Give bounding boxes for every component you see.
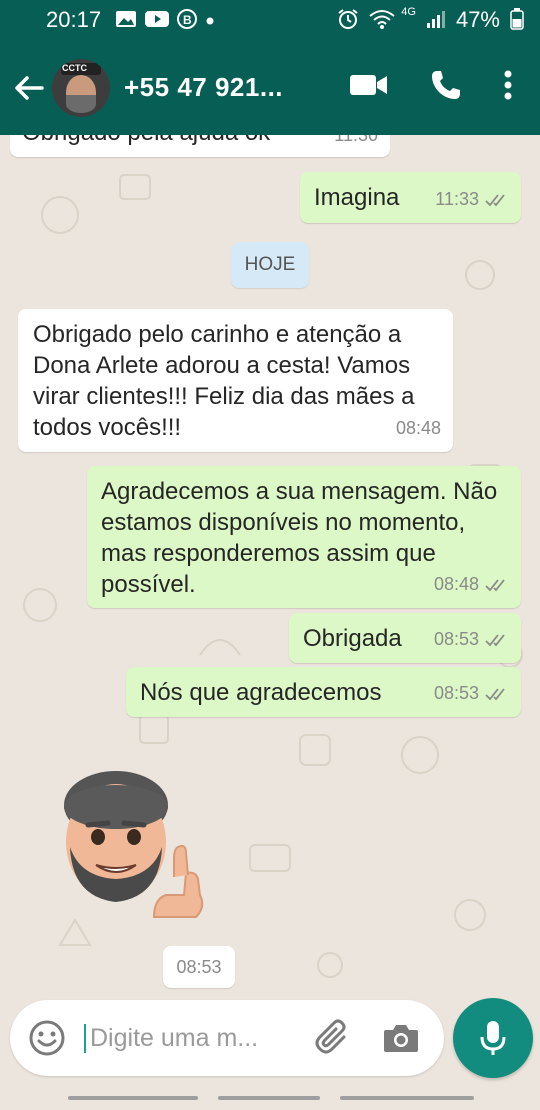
chat-area[interactable]: Obrigado pela ajuda ok 11:30 Imagina 11:…	[0, 135, 540, 997]
signal-icon	[426, 9, 446, 32]
camera-button[interactable]	[378, 1013, 424, 1063]
message-time: 11:30	[334, 135, 378, 145]
paperclip-icon	[315, 1019, 346, 1054]
nav-handle-left	[68, 1096, 198, 1100]
read-ticks-icon	[485, 633, 505, 646]
svg-text:B: B	[183, 13, 192, 27]
wifi-icon	[369, 9, 395, 32]
back-arrow-icon	[15, 75, 44, 100]
message-outgoing[interactable]: Imagina 11:33	[300, 172, 521, 223]
message-time: 08:48	[433, 574, 479, 594]
message-time: 08:53	[433, 683, 479, 703]
message-text: Imagina	[314, 184, 400, 211]
emoji-button[interactable]	[22, 1013, 72, 1063]
message-text: Obrigada	[303, 625, 402, 652]
camera-icon	[384, 1025, 418, 1052]
nav-handle-right	[340, 1096, 474, 1100]
avatar-logo-text: CCTC	[62, 62, 87, 73]
message-time: 08:53	[433, 629, 479, 649]
mic-button[interactable]	[453, 998, 533, 1078]
read-ticks-icon	[485, 578, 505, 591]
youtube-icon	[145, 10, 170, 31]
sticker-time: 08:53	[163, 946, 235, 988]
network-type: 4G	[401, 6, 416, 18]
back-button[interactable]	[6, 58, 52, 118]
nav-handle-center	[218, 1096, 320, 1100]
contact-name[interactable]: +55 47 921...	[124, 72, 283, 103]
message-text: Nós que agradecemos	[140, 679, 382, 706]
message-incoming[interactable]: Obrigado pela ajuda ok 11:30	[10, 135, 390, 157]
message-input-bar	[10, 1000, 444, 1076]
alarm-icon	[337, 8, 359, 33]
dot-icon	[205, 11, 215, 29]
message-time: 11:33	[435, 189, 479, 209]
image-icon	[115, 10, 137, 31]
battery-text: 47%	[455, 7, 500, 32]
phone-icon[interactable]	[430, 69, 462, 106]
message-input[interactable]	[84, 1023, 294, 1053]
contact-avatar[interactable]: CCTC	[52, 58, 110, 117]
attach-button[interactable]	[310, 1013, 356, 1063]
memoji-sticker[interactable]	[56, 767, 216, 927]
message-time: 08:48	[395, 418, 441, 438]
mic-icon	[480, 1021, 506, 1055]
chat-header: CCTC +55 47 921...	[0, 40, 540, 135]
message-outgoing[interactable]: Nós que agradecemos 08:53	[126, 667, 521, 717]
emoji-icon	[29, 1020, 65, 1056]
message-outgoing[interactable]: Obrigada 08:53	[289, 613, 521, 663]
message-incoming[interactable]: Obrigado pelo carinho e atenção a Dona A…	[18, 309, 453, 452]
message-outgoing[interactable]: Agradecemos a sua mensagem. Não estamos …	[87, 466, 521, 608]
status-bar: 20:17 B 4G 47%	[0, 0, 540, 40]
date-divider: HOJE	[231, 242, 309, 288]
battery-icon	[510, 7, 524, 33]
status-time: 20:17	[46, 7, 102, 32]
read-ticks-icon	[485, 687, 505, 700]
read-ticks-icon	[485, 193, 505, 206]
message-text: Obrigado pelo carinho e atenção a Dona A…	[33, 321, 415, 441]
b-icon: B	[177, 8, 198, 32]
more-icon[interactable]	[504, 70, 512, 105]
message-text: Obrigado pela ajuda ok	[22, 135, 270, 148]
video-call-icon[interactable]	[350, 73, 388, 102]
